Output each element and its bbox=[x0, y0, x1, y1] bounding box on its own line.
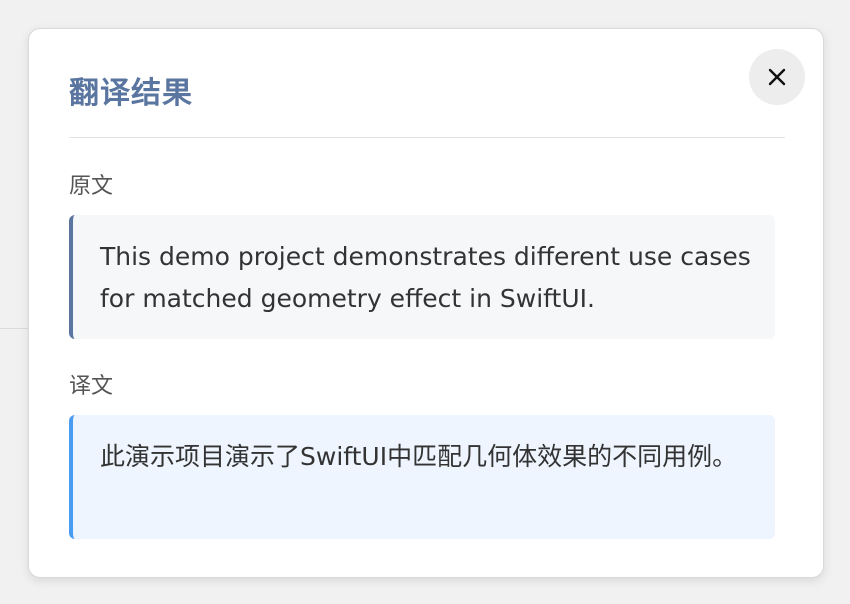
header-divider bbox=[69, 137, 785, 138]
background-divider bbox=[0, 328, 28, 329]
translation-result-dialog: 翻译结果 原文 This demo project demonstrates d… bbox=[28, 28, 824, 578]
original-text-box: This demo project demonstrates different… bbox=[69, 215, 775, 339]
dialog-title: 翻译结果 bbox=[69, 76, 193, 111]
original-label: 原文 bbox=[69, 174, 114, 199]
translation-label: 译文 bbox=[69, 374, 114, 399]
translation-text-box: 此演示项目演示了SwiftUI中匹配几何体效果的不同用例。 bbox=[69, 415, 775, 539]
close-button[interactable] bbox=[749, 49, 805, 105]
close-icon bbox=[768, 68, 786, 86]
